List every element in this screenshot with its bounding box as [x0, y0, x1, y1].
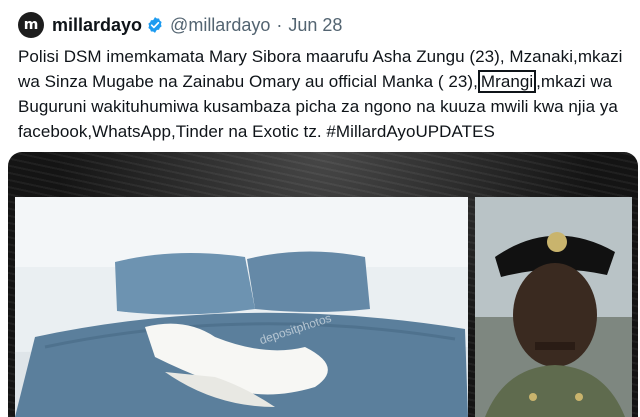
separator-dot: · — [276, 14, 283, 35]
verified-badge-icon — [148, 17, 162, 33]
tweet-text: Polisi DSM imemkamata Mary Sibora maaruf… — [18, 44, 630, 144]
highlighted-word: Mrangi — [477, 70, 537, 93]
tweet-date[interactable]: Jun 28 — [288, 15, 342, 36]
officer-photo[interactable] — [475, 197, 632, 417]
tweet-media[interactable]: depositphotos — [8, 152, 638, 417]
bed-photo[interactable] — [15, 197, 468, 417]
avatar[interactable]: m — [18, 12, 44, 38]
tweet-header: m millardayo @millardayo · Jun 28 — [18, 10, 342, 40]
display-name[interactable]: millardayo — [52, 15, 142, 36]
handle[interactable]: @millardayo — [170, 15, 270, 36]
